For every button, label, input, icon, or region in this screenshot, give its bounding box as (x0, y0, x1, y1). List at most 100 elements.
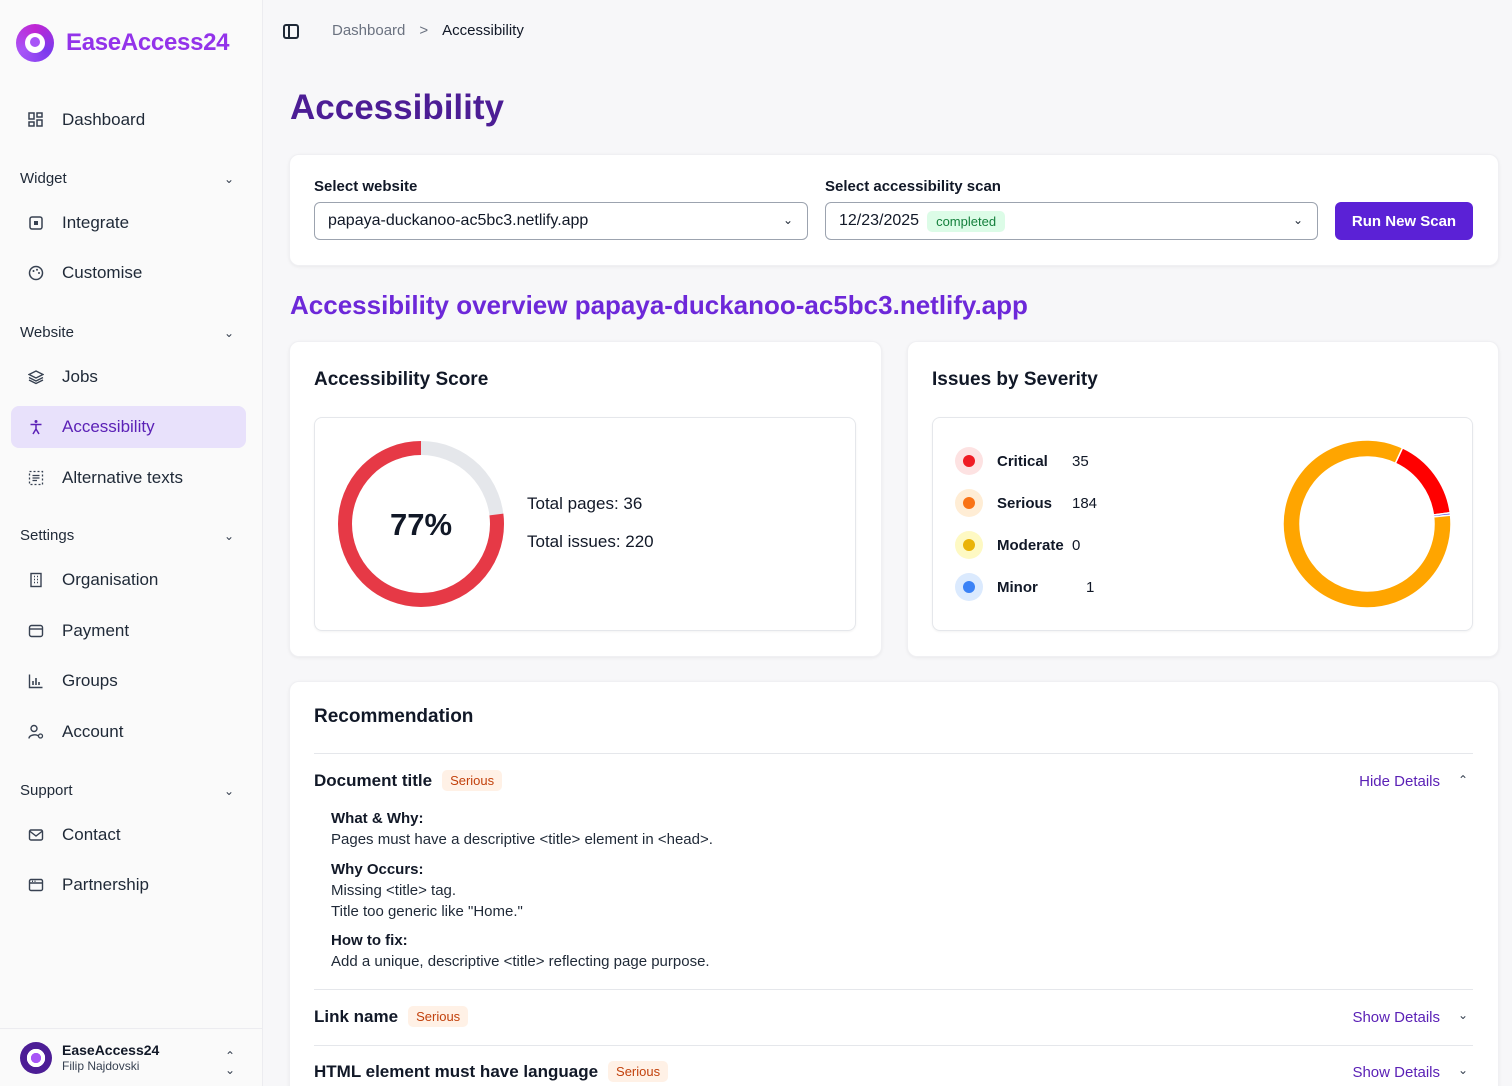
sidebar-toggle-icon[interactable] (283, 24, 299, 39)
building-icon (27, 571, 45, 589)
sidebar-item-partnership[interactable]: Partnership (11, 864, 246, 906)
user-settings-icon (27, 723, 45, 741)
sidebar-item-dashboard[interactable]: Dashboard (11, 99, 246, 141)
score-card-title: Accessibility Score (314, 369, 489, 390)
severity-name: Critical (997, 452, 1048, 470)
chevron-down-icon[interactable]: ⌄ (1458, 1008, 1468, 1022)
sidebar-item-payment[interactable]: Payment (11, 610, 246, 652)
how-to-fix-heading: How to fix: (331, 932, 408, 949)
sidebar-item-groups[interactable]: Groups (11, 660, 246, 702)
sidebar-item-label: Jobs (62, 367, 98, 386)
sidebar-item-organisation[interactable]: Organisation (11, 559, 246, 601)
score-value: 77% (390, 507, 452, 542)
section-website[interactable]: Website ⌄ (20, 324, 240, 341)
sidebar-item-label: Contact (62, 825, 121, 844)
severity-card-title: Issues by Severity (932, 369, 1098, 390)
section-settings[interactable]: Settings ⌄ (20, 527, 240, 544)
section-label: Settings (20, 527, 75, 544)
section-label: Widget (20, 170, 67, 187)
show-details-button[interactable]: Show Details (1352, 1009, 1440, 1026)
severity-count: 184 (1072, 494, 1098, 512)
sidebar-item-label: Account (62, 722, 124, 741)
chevron-down-icon[interactable]: ⌄ (1458, 1063, 1468, 1077)
overview-title: Accessibility overview papaya-duckanoo-a… (290, 290, 1028, 320)
how-to-fix-text: Add a unique, descriptive <title> reflec… (331, 953, 710, 970)
severity-name: Serious (997, 494, 1053, 512)
sidebar-item-label: Dashboard (62, 110, 146, 129)
severity-name: Moderate (997, 536, 1064, 554)
section-support[interactable]: Support ⌄ (20, 782, 240, 799)
chevron-down-icon: ⌄ (223, 325, 234, 340)
chevron-down-icon: ⌄ (223, 528, 234, 543)
sidebar-item-label: Integrate (62, 213, 130, 232)
page-title: Accessibility (290, 88, 504, 127)
section-widget[interactable]: Widget ⌄ (20, 170, 240, 187)
user-menu[interactable]: EaseAccess24 Filip Najdovski ⌃ ⌄ (0, 1028, 263, 1086)
breadcrumb-dashboard-link[interactable]: Dashboard (332, 22, 405, 39)
recommendation-name: Document title (314, 770, 433, 790)
scan-select[interactable]: 12/23/2025 completed ⌄ (825, 202, 1318, 240)
recommendation-item-link-name: Link name Serious (314, 1006, 469, 1027)
severity-count: 1 (1086, 578, 1095, 596)
serious-dot-icon (955, 489, 983, 517)
website-select-label: Select website (314, 178, 418, 195)
minor-dot-icon (955, 573, 983, 601)
chevron-down-icon: ⌄ (223, 783, 234, 798)
brand-name: EaseAccess24 (66, 29, 230, 56)
brand-logo-icon (16, 24, 54, 62)
why-occurs-text-2: Title too generic like "Home." (331, 903, 523, 920)
severity-donut-chart (1282, 439, 1452, 609)
chevron-down-icon: ⌄ (1292, 213, 1303, 227)
breadcrumb: Dashboard > Accessibility (332, 22, 524, 39)
why-occurs-text-1: Missing <title> tag. (331, 882, 457, 899)
sidebar: EaseAccess24 Dashboard Widget ⌄ Integrat… (0, 0, 263, 1086)
recommendation-name: HTML element must have language (314, 1061, 599, 1081)
donut-slice-critical[interactable] (1394, 446, 1452, 516)
recommendation-card (289, 681, 1499, 1086)
chevron-down-icon: ⌄ (782, 213, 793, 227)
user-org: EaseAccess24 (62, 1041, 160, 1058)
chevron-up-down-icon[interactable]: ⌃ ⌄ (225, 1049, 235, 1077)
sidebar-item-label: Payment (62, 621, 130, 640)
sidebar-item-accessibility[interactable]: Accessibility (11, 406, 246, 448)
chevron-up-icon[interactable]: ⌃ (1458, 773, 1468, 787)
hide-details-button[interactable]: Hide Details (1359, 773, 1440, 790)
sidebar-item-label: Accessibility (62, 417, 155, 436)
sidebar-item-customise[interactable]: Customise (11, 252, 246, 294)
divider (314, 1045, 1473, 1046)
text-scan-icon (27, 469, 45, 487)
website-select[interactable]: papaya-duckanoo-ac5bc3.netlify.app ⌄ (314, 202, 808, 240)
sidebar-item-jobs[interactable]: Jobs (11, 356, 246, 398)
window-icon (27, 876, 45, 894)
severity-legend-serious: Serious 184 (955, 489, 1097, 517)
severity-legend-minor: Minor 1 (955, 573, 1094, 601)
recommendation-title: Recommendation (314, 706, 474, 727)
total-issues: Total issues: 220 (527, 532, 654, 551)
recommendation-item-html-lang: HTML element must have language Serious (314, 1061, 669, 1082)
palette-icon (27, 264, 45, 282)
divider (314, 989, 1473, 990)
what-why-heading: What & Why: (331, 810, 424, 827)
grid-icon (27, 111, 45, 129)
scan-select-label: Select accessibility scan (825, 178, 1001, 195)
critical-dot-icon (955, 447, 983, 475)
sidebar-item-integrate[interactable]: Integrate (11, 202, 246, 244)
breadcrumb-separator: > (419, 22, 429, 39)
brand[interactable]: EaseAccess24 (16, 24, 230, 62)
sidebar-item-account[interactable]: Account (11, 711, 246, 753)
why-occurs-heading: Why Occurs: (331, 861, 424, 878)
run-new-scan-button[interactable]: Run New Scan (1335, 202, 1473, 240)
avatar (20, 1041, 52, 1074)
recommendation-item-document-title: Document title Serious (314, 770, 503, 791)
show-details-button[interactable]: Show Details (1352, 1064, 1440, 1081)
chevron-down-icon: ⌄ (223, 171, 234, 186)
integrate-icon (27, 214, 45, 232)
recommendation-name: Link name (314, 1006, 399, 1026)
sidebar-item-label: Customise (62, 263, 143, 282)
sidebar-item-label: Partnership (62, 875, 149, 894)
sidebar-item-contact[interactable]: Contact (11, 814, 246, 856)
sidebar-item-alternative-texts[interactable]: Alternative texts (11, 457, 246, 499)
severity-count: 0 (1072, 536, 1081, 554)
chart-bar-icon (27, 672, 45, 690)
severity-badge: Serious (442, 770, 503, 791)
